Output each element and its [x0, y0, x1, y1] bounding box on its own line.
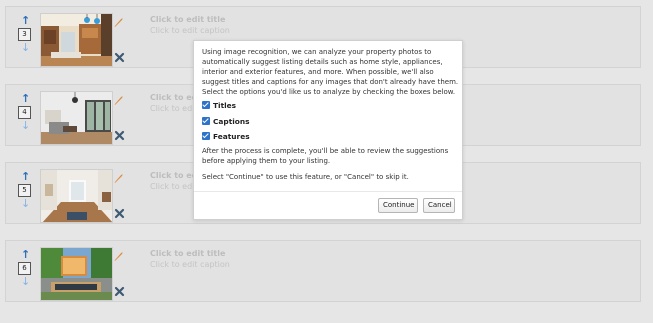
captions-checkbox[interactable] — [202, 117, 210, 125]
option-titles[interactable]: Titles — [202, 101, 236, 111]
image-recognition-dialog: Using image recognition, we can analyze … — [193, 40, 463, 220]
edit-pencil-icon[interactable] — [113, 91, 124, 105]
order-number[interactable]: 4 — [18, 106, 31, 119]
dialog-select-note: Select "Continue" to use this feature, o… — [202, 173, 409, 181]
photo-thumbnail[interactable] — [40, 91, 113, 145]
photo-caption[interactable]: Click to edit caption — [150, 26, 230, 35]
photo-caption[interactable]: Click to edit caption — [150, 260, 230, 269]
delete-icon[interactable] — [114, 204, 125, 219]
photo-thumbnail[interactable] — [40, 247, 113, 301]
dialog-divider — [194, 191, 462, 192]
photo-row: ↑ 6 ↓ Click to edit title Click to edit … — [5, 240, 641, 302]
photo-thumbnail[interactable] — [40, 169, 113, 223]
edit-pencil-icon[interactable] — [113, 13, 124, 27]
order-number[interactable]: 3 — [18, 28, 31, 41]
move-up-icon[interactable]: ↑ — [21, 15, 30, 26]
move-down-icon[interactable]: ↓ — [21, 120, 30, 131]
delete-icon[interactable] — [114, 48, 125, 63]
edit-pencil-icon[interactable] — [113, 247, 124, 261]
cancel-button[interactable]: Cancel — [423, 198, 455, 213]
delete-icon[interactable] — [114, 126, 125, 141]
dialog-after-text: After the process is complete, you'll be… — [202, 147, 449, 165]
features-checkbox[interactable] — [202, 132, 210, 140]
delete-icon[interactable] — [114, 282, 125, 297]
order-number[interactable]: 5 — [18, 184, 31, 197]
move-down-icon[interactable]: ↓ — [21, 198, 30, 209]
dialog-intro-text: Using image recognition, we can analyze … — [202, 48, 459, 96]
option-label: Features — [213, 132, 250, 141]
option-features[interactable]: Features — [202, 132, 250, 142]
move-down-icon[interactable]: ↓ — [21, 276, 30, 287]
option-captions[interactable]: Captions — [202, 117, 250, 127]
move-up-icon[interactable]: ↑ — [21, 249, 30, 260]
photo-title[interactable]: Click to edit title — [150, 15, 225, 24]
move-up-icon[interactable]: ↑ — [21, 93, 30, 104]
photo-title[interactable]: Click to edit title — [150, 249, 225, 258]
option-label: Captions — [213, 117, 250, 126]
continue-button[interactable]: Continue — [378, 198, 418, 213]
order-number[interactable]: 6 — [18, 262, 31, 275]
move-up-icon[interactable]: ↑ — [21, 171, 30, 182]
option-label: Titles — [213, 101, 237, 110]
edit-pencil-icon[interactable] — [113, 169, 124, 183]
titles-checkbox[interactable] — [202, 101, 210, 109]
photo-thumbnail[interactable] — [40, 13, 113, 67]
move-down-icon[interactable]: ↓ — [21, 42, 30, 53]
